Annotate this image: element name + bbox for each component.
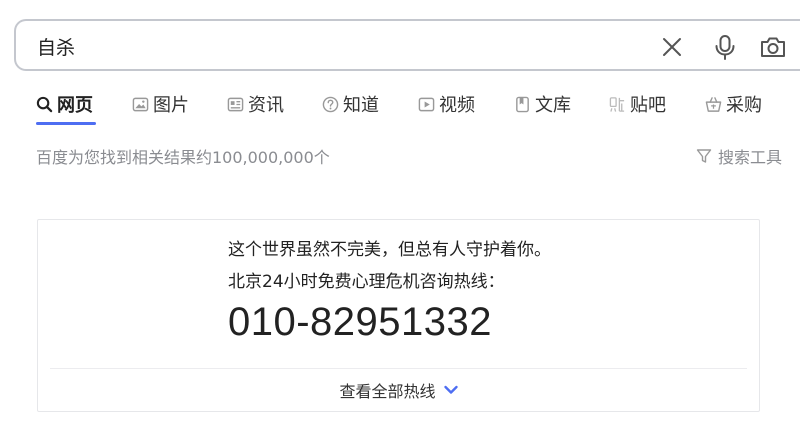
search-tools-button[interactable]: 搜索工具 <box>696 144 782 168</box>
tab-wenku[interactable]: 文库 <box>514 90 571 118</box>
image-icon <box>132 97 149 111</box>
microphone-icon[interactable] <box>711 33 739 61</box>
view-all-hotlines-button[interactable]: 查看全部热线 <box>38 377 761 403</box>
card-divider <box>50 368 747 369</box>
search-bar[interactable] <box>14 19 800 71</box>
chevron-down-icon <box>443 385 458 394</box>
tab-video[interactable]: 视频 <box>418 90 475 118</box>
tab-images[interactable]: 图片 <box>132 90 189 118</box>
tab-label: 视频 <box>439 95 475 116</box>
tab-label: 采购 <box>726 95 762 116</box>
filter-icon <box>696 149 712 163</box>
document-icon <box>516 96 529 112</box>
tab-label: 网页 <box>57 95 93 116</box>
active-tab-indicator <box>36 122 96 125</box>
search-tools-label: 搜索工具 <box>718 148 783 167</box>
basket-icon <box>705 96 722 112</box>
video-icon <box>418 97 435 111</box>
tab-web[interactable]: 网页 <box>36 90 93 118</box>
result-count: 百度为您找到相关结果约100,000,000个 <box>36 148 330 167</box>
tab-purchase[interactable]: 采购 <box>705 90 762 118</box>
view-all-hotlines-label: 查看全部热线 <box>339 382 436 401</box>
tab-news[interactable]: 资讯 <box>227 90 284 118</box>
hotline-card: 这个世界虽然不完美，但总有人守护着你。 北京24小时免费心理危机咨询热线： 01… <box>37 219 760 412</box>
tieba-icon <box>609 96 625 112</box>
search-input[interactable] <box>37 32 597 60</box>
tab-label: 知道 <box>343 95 379 116</box>
hotline-phone-number[interactable]: 010-82951332 <box>228 300 492 345</box>
tab-label: 图片 <box>153 95 189 116</box>
search-icon <box>36 96 53 112</box>
news-icon <box>227 97 244 111</box>
hotline-title: 北京24小时免费心理危机咨询热线： <box>228 272 505 292</box>
tab-tieba[interactable]: 贴吧 <box>609 90 666 118</box>
question-icon <box>322 96 339 112</box>
search-tabs: 网页 图片 资讯 知道 视频 文库 贴吧 采购 <box>36 90 800 128</box>
tab-zhidao[interactable]: 知道 <box>322 90 379 118</box>
close-icon[interactable] <box>658 33 686 61</box>
tab-label: 资讯 <box>248 95 284 116</box>
tab-label: 文库 <box>535 95 571 116</box>
hotline-message: 这个世界虽然不完美，但总有人守护着你。 <box>228 240 551 260</box>
camera-icon[interactable] <box>759 33 787 61</box>
tab-label: 贴吧 <box>630 95 666 116</box>
